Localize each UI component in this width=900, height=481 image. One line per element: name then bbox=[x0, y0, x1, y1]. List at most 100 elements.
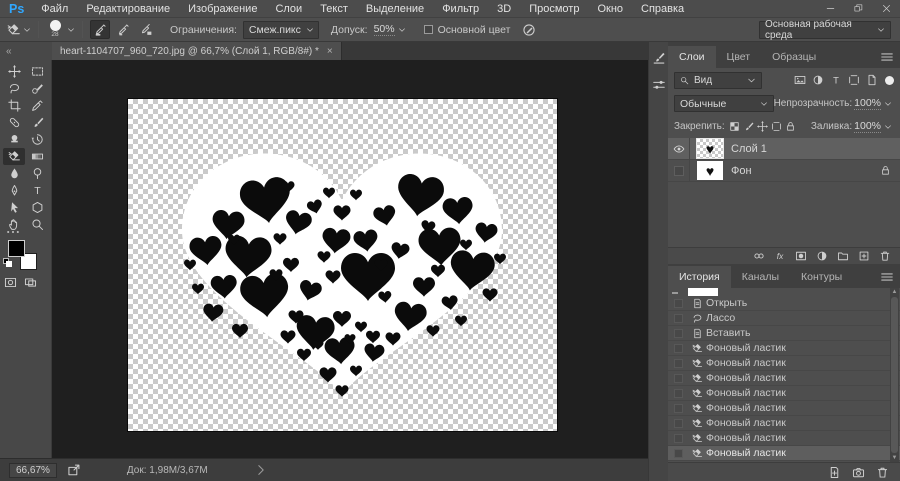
pen-tool[interactable] bbox=[3, 182, 25, 199]
default-colors-button[interactable] bbox=[3, 258, 12, 267]
quick-select-tool[interactable] bbox=[26, 80, 48, 97]
menu-item-10[interactable]: Окно bbox=[588, 0, 632, 18]
brush-size-picker[interactable]: 28 bbox=[46, 20, 75, 39]
filter-kind-dropdown[interactable]: Вид bbox=[674, 71, 762, 89]
healing-brush-tool[interactable] bbox=[3, 114, 25, 131]
history-source-checkbox[interactable] bbox=[668, 448, 688, 458]
history-source-checkbox[interactable] bbox=[668, 433, 688, 443]
brush-tool[interactable] bbox=[26, 114, 48, 131]
background-eraser-tool[interactable] bbox=[3, 148, 25, 165]
chevron-right-icon[interactable] bbox=[254, 463, 268, 477]
fill-dropdown[interactable]: 100% bbox=[852, 119, 894, 135]
close-button[interactable] bbox=[872, 0, 900, 17]
history-step[interactable]: Фоновый ластик bbox=[668, 386, 900, 401]
filter-toggle[interactable] bbox=[885, 75, 894, 85]
history-step[interactable]: Фоновый ластик bbox=[668, 416, 900, 431]
restore-button[interactable] bbox=[844, 0, 872, 17]
history-source-checkbox[interactable] bbox=[668, 313, 688, 323]
menu-item-5[interactable]: Текст bbox=[311, 0, 357, 18]
lasso-tool[interactable] bbox=[3, 80, 25, 97]
tab-контуры[interactable]: Контуры bbox=[790, 266, 853, 288]
sampling-swatch-button[interactable] bbox=[136, 20, 156, 39]
pen-pressure-icon[interactable] bbox=[522, 23, 536, 37]
tab-каналы[interactable]: Каналы bbox=[731, 266, 790, 288]
adjustment-icon[interactable] bbox=[816, 250, 828, 262]
trash-icon[interactable] bbox=[879, 250, 891, 262]
brush-settings-icon[interactable] bbox=[652, 78, 666, 92]
layer-row[interactable]: ♥ Фон bbox=[668, 160, 900, 182]
zoom-tool[interactable] bbox=[26, 216, 48, 233]
scroll-down-icon[interactable]: ▼ bbox=[892, 454, 898, 462]
menu-item-7[interactable]: Фильтр bbox=[433, 0, 488, 18]
toolbar-collapse[interactable]: « bbox=[0, 42, 52, 60]
lock-icon[interactable] bbox=[785, 121, 796, 132]
menu-item-9[interactable]: Просмотр bbox=[520, 0, 588, 18]
history-snapshot[interactable]: ♥ bbox=[668, 288, 900, 296]
menu-item-8[interactable]: 3D bbox=[488, 0, 520, 18]
fx-icon[interactable]: fx bbox=[774, 250, 786, 262]
tool-preset-picker[interactable] bbox=[7, 23, 31, 37]
tab-слои[interactable]: Слои bbox=[668, 46, 716, 68]
move-tool[interactable] bbox=[3, 63, 25, 80]
brushes-panel-icon[interactable] bbox=[652, 51, 666, 65]
panel-menu-icon[interactable] bbox=[880, 46, 894, 68]
workspace-dropdown[interactable]: Основная рабочая среда bbox=[759, 19, 891, 41]
edit-toolbar-button[interactable] bbox=[6, 225, 20, 239]
visibility-eye-icon[interactable] bbox=[668, 138, 690, 159]
limits-dropdown[interactable]: Смеж.пикс bbox=[242, 20, 319, 39]
panel-menu-icon[interactable] bbox=[880, 266, 894, 288]
path-selection-tool[interactable] bbox=[3, 199, 25, 216]
history-step[interactable]: Лассо bbox=[668, 311, 900, 326]
adjustment-icon[interactable] bbox=[810, 74, 826, 86]
marquee-tool[interactable] bbox=[26, 63, 48, 80]
sampling-once-button[interactable] bbox=[113, 20, 133, 39]
type-tool[interactable]: T bbox=[26, 182, 48, 199]
sampling-continuous-button[interactable] bbox=[90, 20, 110, 39]
menu-item-6[interactable]: Выделение bbox=[357, 0, 433, 18]
gradient-tool[interactable] bbox=[26, 148, 48, 165]
history-source-checkbox[interactable] bbox=[668, 358, 688, 368]
canvas-document[interactable] bbox=[128, 99, 557, 431]
mask-icon[interactable] bbox=[795, 250, 807, 262]
close-icon[interactable]: × bbox=[327, 46, 333, 57]
blend-mode-dropdown[interactable]: Обычные bbox=[674, 95, 774, 112]
history-scrollbar[interactable]: ▲ ▼ bbox=[890, 288, 899, 462]
history-step[interactable]: Фоновый ластик bbox=[668, 371, 900, 386]
move-icon[interactable] bbox=[756, 121, 768, 132]
clone-stamp-tool[interactable] bbox=[3, 131, 25, 148]
opacity-dropdown[interactable]: 100% bbox=[852, 96, 894, 112]
history-step[interactable]: Вставить bbox=[668, 326, 900, 341]
crop-tool[interactable] bbox=[3, 97, 25, 114]
trash-icon[interactable] bbox=[876, 466, 889, 479]
tab-образцы[interactable]: Образцы bbox=[761, 46, 827, 68]
history-source-checkbox[interactable] bbox=[668, 343, 688, 353]
protect-foreground-checkbox[interactable] bbox=[423, 25, 433, 34]
history-step[interactable]: Фоновый ластик bbox=[668, 341, 900, 356]
frame-icon[interactable] bbox=[846, 74, 862, 86]
minimize-button[interactable] bbox=[816, 0, 844, 17]
shape-tool[interactable] bbox=[26, 199, 48, 216]
history-step[interactable]: Фоновый ластик bbox=[668, 401, 900, 416]
scrollbar-thumb[interactable] bbox=[891, 297, 898, 453]
menu-item-3[interactable]: Изображение bbox=[179, 0, 266, 18]
layer-row[interactable]: ♥ Слой 1 bbox=[668, 138, 900, 160]
foreground-color-swatch[interactable] bbox=[8, 240, 25, 257]
brush-icon[interactable] bbox=[743, 121, 754, 132]
history-step[interactable]: Фоновый ластик bbox=[668, 446, 900, 461]
new-layer-icon[interactable] bbox=[858, 250, 870, 262]
tab-цвет[interactable]: Цвет bbox=[716, 46, 762, 68]
new-document-icon[interactable] bbox=[828, 466, 841, 479]
camera-icon[interactable] bbox=[852, 466, 865, 479]
menu-item-1[interactable]: Файл bbox=[32, 0, 77, 18]
menu-item-4[interactable]: Слои bbox=[266, 0, 311, 18]
document-tab[interactable]: heart-1104707_960_720.jpg @ 66,7% (Слой … bbox=[52, 42, 342, 60]
eyedropper-tool[interactable] bbox=[26, 97, 48, 114]
screen-mode-button[interactable] bbox=[24, 276, 37, 289]
menu-item-2[interactable]: Редактирование bbox=[77, 0, 179, 18]
history-source-checkbox[interactable] bbox=[668, 403, 688, 413]
checker-icon[interactable] bbox=[729, 121, 740, 132]
folder-icon[interactable] bbox=[837, 250, 849, 262]
zoom-level-field[interactable]: 66,67% bbox=[9, 462, 57, 478]
tolerance-dropdown[interactable]: 50% bbox=[372, 22, 408, 38]
link-icon[interactable] bbox=[753, 250, 765, 262]
